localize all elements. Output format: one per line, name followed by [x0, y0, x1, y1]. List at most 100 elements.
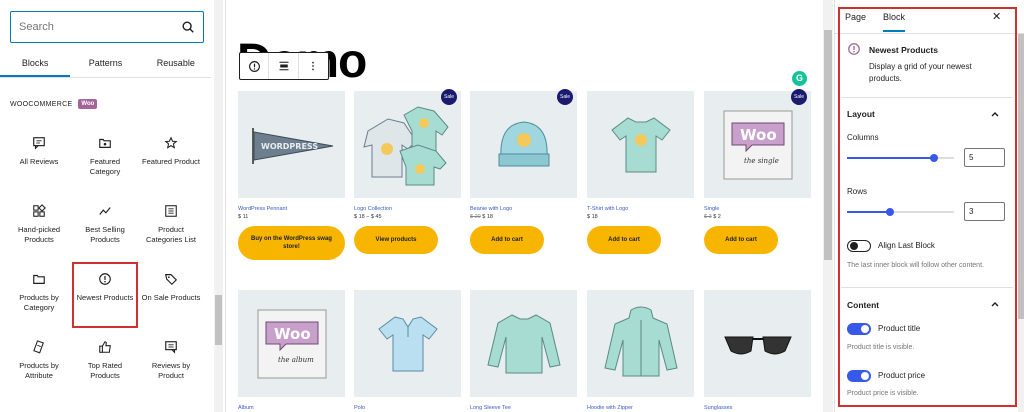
pennant-image: WORDPRESS	[251, 127, 333, 164]
product-card: Sunglasses	[704, 290, 811, 411]
align-help-text: The last inner block will follow other c…	[847, 262, 984, 269]
product-name[interactable]: Beanie with Logo	[470, 206, 577, 212]
product-price: $ 18 – $ 45	[354, 214, 382, 220]
block-newest-products[interactable]: Newest Products	[72, 262, 138, 328]
block-best-selling-products[interactable]: Best Selling Products	[72, 194, 138, 260]
block-products-by-attribute[interactable]: Products by Attribute	[6, 330, 72, 396]
product-price: $ 20 $ 18	[470, 214, 577, 220]
tab-blocks[interactable]: Blocks	[0, 50, 71, 77]
section-title: WOOCOMMERCE	[10, 100, 73, 108]
chevron-up-icon[interactable]	[990, 299, 1000, 309]
product-name[interactable]: Hoodie with Zipper	[587, 405, 694, 411]
longsleeve-image	[486, 313, 561, 373]
layout-panel-toggle[interactable]: Layout	[847, 109, 875, 119]
product-name[interactable]: T-Shirt with Logo	[587, 206, 694, 212]
block-on-sale-products[interactable]: On Sale Products	[138, 262, 204, 328]
grammarly-icon[interactable]: G	[792, 71, 807, 86]
scrollbar-thumb[interactable]	[1018, 34, 1024, 319]
product-image[interactable]	[470, 290, 577, 397]
divider	[841, 97, 1013, 98]
add-to-cart-button[interactable]: Add to cart	[470, 226, 544, 254]
search-input[interactable]	[19, 21, 181, 33]
slider-handle[interactable]	[885, 208, 894, 216]
slider-handle[interactable]	[929, 154, 938, 162]
rows-input[interactable]	[964, 202, 1005, 221]
product-name[interactable]: Logo Collection	[354, 206, 461, 212]
product-title-toggle[interactable]	[847, 323, 871, 335]
search-icon[interactable]	[181, 20, 195, 34]
old-price: $ 20	[470, 214, 481, 220]
sidebar-scrollbar[interactable]	[1018, 34, 1024, 412]
attribute-icon	[33, 340, 44, 354]
folder-star-icon	[99, 138, 111, 148]
block-top-rated-products[interactable]: Top Rated Products	[72, 330, 138, 396]
block-type-button[interactable]	[240, 53, 270, 79]
block-label: Product Categories List	[145, 225, 197, 244]
inserter-scrollbar[interactable]	[214, 0, 223, 412]
tab-reusable[interactable]: Reusable	[141, 50, 211, 77]
inserter-tabs: Blocks Patterns Reusable	[0, 50, 211, 78]
product-card: Long Sleeve Tee	[470, 290, 577, 411]
block-grid: All Reviews Featured Category Featured P…	[6, 126, 206, 396]
block-hand-picked-products[interactable]: Hand-picked Products	[6, 194, 72, 260]
editor-root: Blocks Patterns Reusable WOOCOMMERCE Woo…	[0, 0, 1024, 412]
chevron-up-icon[interactable]	[990, 109, 1000, 119]
product-image[interactable]: WORDPRESS	[238, 91, 345, 198]
tab-patterns[interactable]: Patterns	[70, 50, 140, 77]
close-icon[interactable]: ✕	[992, 10, 1001, 23]
tab-page[interactable]: Page	[845, 12, 866, 22]
tag-icon	[165, 274, 178, 286]
product-image[interactable]	[587, 91, 694, 198]
align-button[interactable]	[269, 53, 299, 79]
scrollbar-thumb[interactable]	[215, 295, 222, 345]
block-label: Top Rated Products	[87, 361, 123, 380]
product-card: Hoodie with Zipper	[587, 290, 694, 411]
product-name[interactable]: Album	[238, 405, 345, 411]
product-name[interactable]: WordPress Pennant	[238, 206, 345, 212]
add-to-cart-button[interactable]: Add to cart	[587, 226, 661, 254]
more-options-button[interactable]	[299, 53, 328, 79]
content-panel-toggle[interactable]: Content	[847, 300, 879, 310]
sale-badge: Sale	[791, 89, 807, 105]
product-name[interactable]: Sunglasses	[704, 405, 811, 411]
buy-button[interactable]: Buy on the WordPress swag store!	[238, 226, 345, 260]
product-image[interactable]	[587, 290, 694, 397]
svg-text:Woo: Woo	[274, 325, 311, 343]
block-all-reviews[interactable]: All Reviews	[6, 126, 72, 192]
block-reviews-by-product[interactable]: Reviews by Product	[138, 330, 204, 396]
product-image[interactable]: Woo the single Sale	[704, 89, 811, 198]
block-featured-product[interactable]: Featured Product	[138, 126, 204, 192]
product-name[interactable]: Single	[704, 206, 811, 212]
product-image[interactable]	[704, 290, 811, 397]
slider-fill	[847, 211, 890, 213]
product-image[interactable]	[354, 290, 461, 397]
beanie-image	[498, 120, 549, 166]
block-label: Products by Attribute	[19, 361, 59, 380]
product-image[interactable]: Woo the album	[238, 290, 345, 397]
product-name[interactable]: Long Sleeve Tee	[470, 405, 577, 411]
block-description: Display a grid of your newest products.	[869, 62, 972, 83]
columns-slider[interactable]	[847, 154, 954, 162]
product-image[interactable]: Sale	[354, 89, 461, 198]
tab-block[interactable]: Block	[883, 12, 906, 32]
align-last-block-toggle[interactable]	[847, 240, 871, 252]
svg-text:the album: the album	[278, 356, 314, 364]
scrollbar-thumb[interactable]	[824, 30, 832, 260]
add-to-cart-button[interactable]: Add to cart	[704, 226, 778, 254]
product-price-toggle[interactable]	[847, 370, 871, 382]
current-price: $ 2	[713, 214, 721, 220]
product-image[interactable]: Sale	[470, 89, 577, 198]
polo-image	[377, 315, 438, 371]
columns-input[interactable]	[964, 148, 1005, 167]
block-products-by-category[interactable]: Products by Category	[6, 262, 72, 328]
block-product-categories-list[interactable]: Product Categories List	[138, 194, 204, 260]
view-products-button[interactable]: View products	[354, 226, 438, 254]
rows-slider[interactable]	[847, 208, 954, 216]
product-name[interactable]: Polo	[354, 405, 461, 411]
grid-icon	[33, 204, 46, 217]
block-featured-category[interactable]: Featured Category	[72, 126, 138, 192]
woo-logo-icon: Woo	[78, 99, 98, 109]
search-box	[10, 11, 204, 43]
folder-icon	[33, 274, 45, 284]
canvas-scrollbar[interactable]	[823, 0, 833, 412]
